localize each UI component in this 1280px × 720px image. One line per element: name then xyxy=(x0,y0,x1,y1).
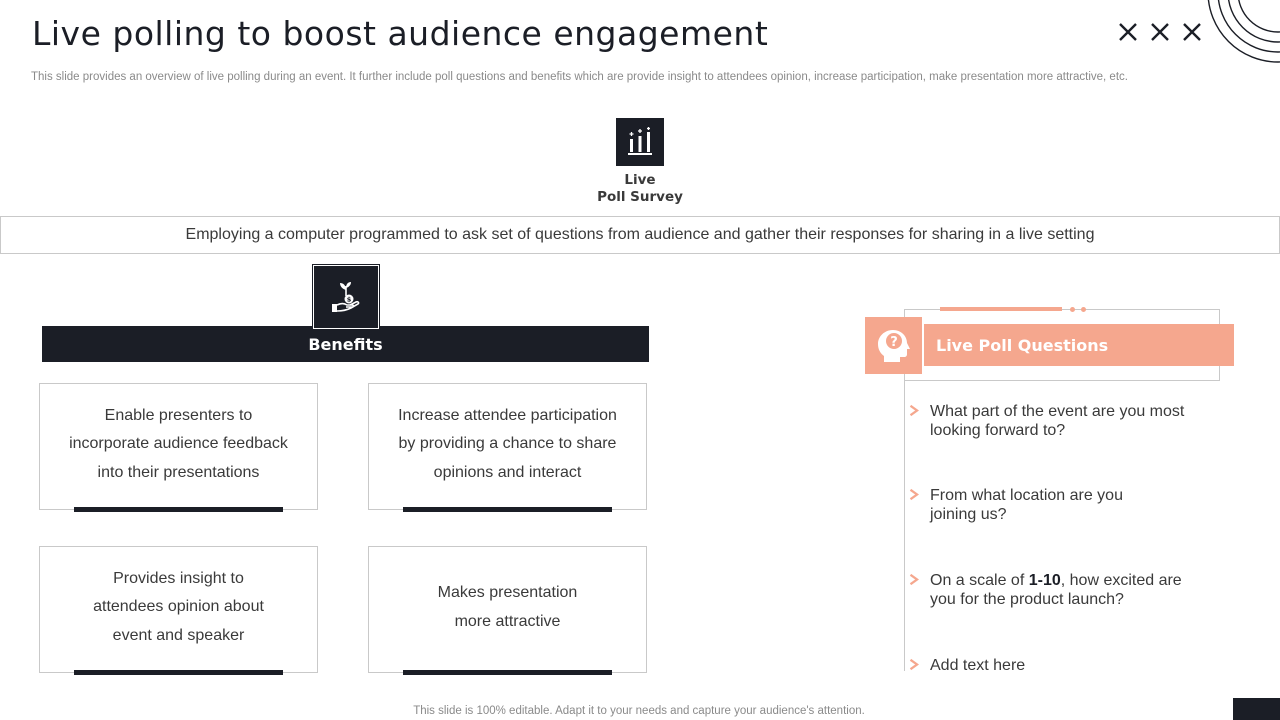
question-line: looking forward to? xyxy=(930,422,1066,439)
card-line: by providing a chance to share xyxy=(398,435,617,453)
x-mark-icon xyxy=(1119,23,1137,41)
benefit-card: Provides insight to attendees opinion ab… xyxy=(39,546,318,675)
benefits-heading-bar: Benefits xyxy=(42,326,649,362)
question-item: On a scale of 1-10, how excited are you … xyxy=(906,571,1206,609)
chevron-right-icon xyxy=(909,488,919,501)
card-underline xyxy=(403,507,612,512)
question-pre: On a scale of xyxy=(930,572,1029,589)
poll-questions-heading-bar: Live Poll Questions xyxy=(924,324,1234,366)
card-underline xyxy=(74,507,283,512)
question-line: From what location are you xyxy=(930,487,1123,504)
card-underline xyxy=(74,670,283,675)
card-line: Increase attendee participation xyxy=(398,406,617,424)
definition-banner: Employing a computer programmed to ask s… xyxy=(0,216,1280,254)
slide-subtitle: This slide provides an overview of live … xyxy=(31,71,1128,83)
card-line: event and speaker xyxy=(112,626,245,644)
question-line: What part of the event are you most xyxy=(930,403,1185,420)
question-text: On a scale of 1-10, how excited are you … xyxy=(930,571,1182,609)
svg-text:?: ? xyxy=(890,335,898,350)
card-line: more attractive xyxy=(454,612,561,630)
label-line-1: Live xyxy=(624,172,656,188)
benefit-card-text: Enable presenters to incorporate audienc… xyxy=(69,402,288,488)
corner-block xyxy=(1233,698,1280,720)
chevron-right-icon xyxy=(909,658,919,671)
live-poll-survey-label: Live Poll Survey xyxy=(560,172,720,206)
card-line: attendees opinion about xyxy=(93,598,264,616)
slide-title: Live polling to boost audience engagemen… xyxy=(32,14,769,53)
question-line: On a scale of 1-10, how excited are xyxy=(930,571,1182,590)
accent-dot xyxy=(1070,307,1075,312)
question-line: Add text here xyxy=(930,657,1026,674)
benefit-card: Enable presenters to incorporate audienc… xyxy=(39,383,318,512)
benefit-card-text: Increase attendee participation by provi… xyxy=(398,402,617,488)
card-line: Makes presentation xyxy=(437,584,578,601)
question-item: From what location are you joining us? xyxy=(906,486,1206,524)
question-line: joining us? xyxy=(930,506,1007,523)
card-underline xyxy=(403,670,612,675)
question-post: , how excited are xyxy=(1060,572,1182,589)
question-item: Add text here xyxy=(906,656,1206,675)
definition-text: Employing a computer programmed to ask s… xyxy=(185,226,1095,243)
poll-questions-heading: Live Poll Questions xyxy=(936,335,1109,355)
question-text: Add text here xyxy=(930,656,1025,675)
label-line-2: Poll Survey xyxy=(597,189,683,205)
svg-text:$: $ xyxy=(347,296,352,304)
slide-footer: This slide is 100% editable. Adapt it to… xyxy=(413,705,865,717)
benefit-card: Makes presentation more attractive xyxy=(368,546,647,675)
head-question-icon: ? xyxy=(865,317,922,374)
card-line: opinions and interact xyxy=(433,463,582,481)
poll-bars-glyph xyxy=(628,127,652,155)
question-line: you for the product launch? xyxy=(930,591,1124,608)
decorative-x-marks xyxy=(1116,20,1212,44)
card-line: into their presentations xyxy=(97,463,260,481)
card-line: incorporate audience feedback xyxy=(69,435,288,453)
benefit-card-text: Provides insight to attendees opinion ab… xyxy=(93,565,264,651)
card-line: Provides insight to xyxy=(113,569,244,587)
accent-line xyxy=(940,307,1062,311)
chevron-right-icon xyxy=(909,573,919,586)
question-text: What part of the event are you most look… xyxy=(930,402,1184,440)
x-mark-icon xyxy=(1151,23,1169,41)
chevron-right-icon xyxy=(909,404,919,417)
poll-bars-icon xyxy=(616,118,664,166)
decorative-rings-icon xyxy=(1207,0,1280,63)
question-text: From what location are you joining us? xyxy=(930,486,1123,524)
question-bold: 1-10 xyxy=(1028,572,1061,589)
benefit-card: Increase attendee participation by provi… xyxy=(368,383,647,512)
questions-timeline-line xyxy=(904,381,905,671)
question-item: What part of the event are you most look… xyxy=(906,402,1206,440)
card-line: Enable presenters to xyxy=(104,406,253,424)
benefit-card-text: Makes presentation more attractive xyxy=(438,579,578,636)
money-plant-hand-icon: $ xyxy=(312,264,380,330)
head-question-glyph: ? xyxy=(877,329,910,362)
accent-dot xyxy=(1081,307,1086,312)
money-plant-hand-glyph: $ xyxy=(332,282,360,312)
benefits-heading: Benefits xyxy=(308,334,383,354)
